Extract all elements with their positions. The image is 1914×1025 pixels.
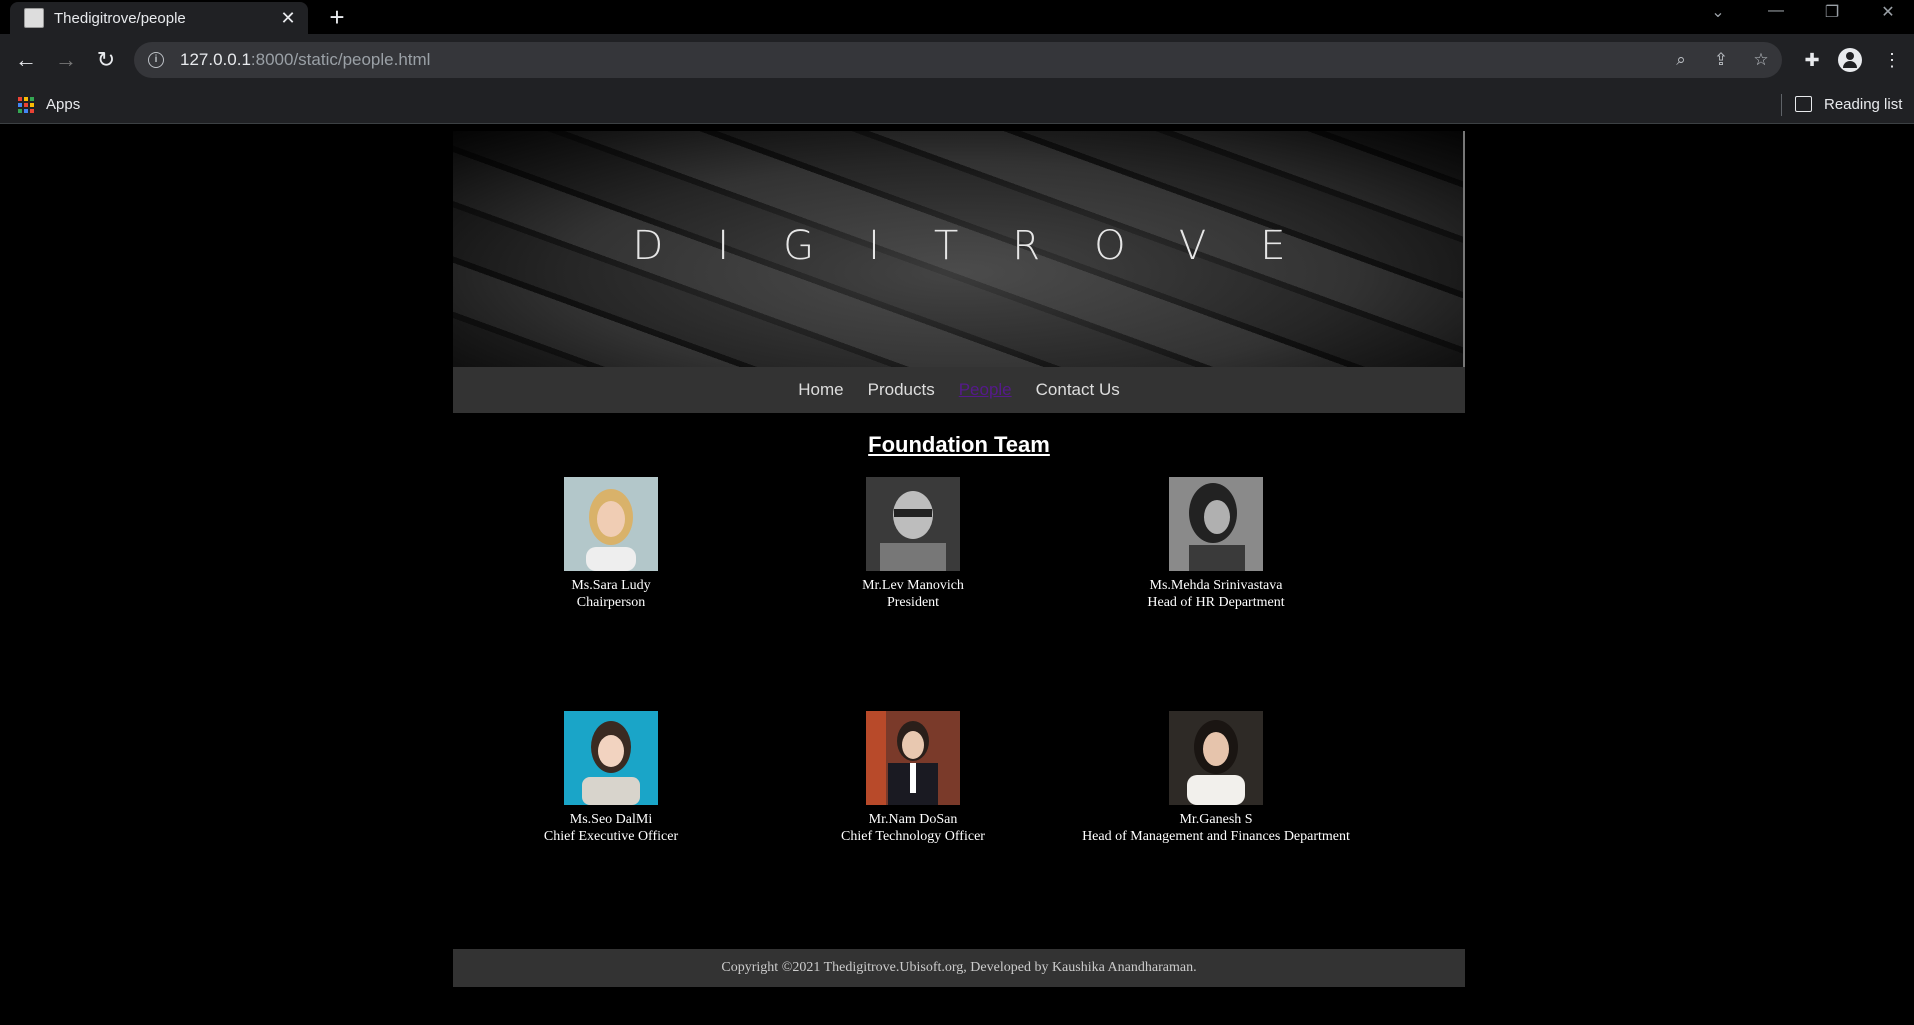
- member-role: Chief Technology Officer: [841, 829, 985, 844]
- member-photo: [866, 711, 960, 805]
- favicon-icon: [24, 8, 44, 28]
- member-photo: [866, 477, 960, 571]
- extensions-icon[interactable]: ✚: [1798, 46, 1826, 74]
- address-bar[interactable]: i 127.0.0.1:8000/static/people.html ⌕ ⇪ …: [134, 42, 1782, 78]
- menu-kebab-icon[interactable]: ⋮: [1878, 46, 1906, 74]
- browser-toolbar: ← → ↻ i 127.0.0.1:8000/static/people.htm…: [0, 34, 1914, 86]
- section-title: Foundation Team: [868, 432, 1050, 457]
- zoom-icon[interactable]: ⌕: [1670, 50, 1692, 70]
- member-card: Ms.Seo DalMi Chief Executive Officer: [461, 711, 761, 845]
- profile-avatar-icon[interactable]: [1838, 48, 1862, 72]
- url-path: :8000/static/people.html: [250, 50, 431, 69]
- url-host: 127.0.0.1: [180, 50, 251, 69]
- nav-products[interactable]: Products: [868, 380, 935, 400]
- page-footer: Copyright ©2021 Thedigitrove.Ubisoft.org…: [453, 949, 1465, 987]
- member-name: Mr.Lev Manovich: [862, 578, 964, 593]
- share-icon[interactable]: ⇪: [1710, 50, 1732, 70]
- member-card: Ms.Sara Ludy Chairperson: [461, 477, 761, 611]
- close-window-icon[interactable]: ✕: [1876, 2, 1900, 22]
- member-role: Head of HR Department: [1147, 595, 1285, 610]
- bookmarks-bar: Apps Reading list: [0, 86, 1914, 124]
- bookmarks-divider: [1781, 94, 1782, 116]
- reading-list-icon[interactable]: [1795, 96, 1812, 112]
- member-role: Chief Executive Officer: [543, 829, 679, 844]
- member-card: Mr.Ganesh S Head of Management and Finan…: [1066, 711, 1366, 845]
- nav-home[interactable]: Home: [798, 380, 843, 400]
- member-role: Head of Management and Finances Departme…: [1082, 829, 1350, 844]
- member-card: Mr.Lev Manovich President: [763, 477, 1063, 611]
- reading-list-button[interactable]: Reading list: [1824, 96, 1902, 113]
- tab-title: Thedigitrove/people: [54, 9, 186, 27]
- page-content: DIGITROVE Home Products People Contact U…: [0, 125, 1914, 1025]
- member-photo: [1169, 711, 1263, 805]
- member-name: Mr.Ganesh S: [1179, 812, 1253, 827]
- member-photo: [564, 711, 658, 805]
- new-tab-icon[interactable]: +: [324, 4, 350, 30]
- member-card: Mr.Nam DoSan Chief Technology Officer: [763, 711, 1063, 845]
- nav-people[interactable]: People: [959, 380, 1012, 400]
- minimize-icon[interactable]: —: [1764, 2, 1788, 20]
- apps-bookmark[interactable]: Apps: [46, 96, 80, 113]
- banner-edge: [1463, 131, 1465, 367]
- back-icon[interactable]: ←: [12, 46, 40, 74]
- restore-icon[interactable]: ❐: [1820, 2, 1844, 22]
- apps-grid-icon[interactable]: [18, 97, 34, 113]
- reload-icon[interactable]: ↻: [92, 46, 120, 74]
- site-info-icon[interactable]: i: [148, 52, 164, 68]
- browser-titlebar: Thedigitrove/people ✕ + ⌄ — ❐ ✕: [0, 0, 1914, 34]
- member-name: Mr.Nam DoSan: [868, 812, 958, 827]
- member-card: Ms.Mehda Srinivastava Head of HR Departm…: [1066, 477, 1366, 611]
- main-nav: Home Products People Contact Us: [453, 367, 1465, 413]
- close-tab-icon[interactable]: ✕: [278, 8, 298, 29]
- member-name: Ms.Seo DalMi: [569, 812, 653, 827]
- member-photo: [1169, 477, 1263, 571]
- nav-contact-us[interactable]: Contact Us: [1036, 380, 1120, 400]
- member-role: Chairperson: [576, 595, 646, 610]
- member-name: Ms.Sara Ludy: [571, 578, 651, 593]
- brand-logo: DIGITROVE: [632, 223, 1340, 269]
- member-name: Ms.Mehda Srinivastava: [1149, 578, 1283, 593]
- browser-tab[interactable]: Thedigitrove/people ✕: [10, 2, 308, 34]
- tab-search-icon[interactable]: ⌄: [1706, 2, 1730, 22]
- header-banner: DIGITROVE: [453, 131, 1465, 367]
- member-photo: [564, 477, 658, 571]
- member-role: President: [886, 595, 940, 610]
- bookmark-star-icon[interactable]: ☆: [1750, 50, 1772, 70]
- forward-icon[interactable]: →: [52, 46, 80, 74]
